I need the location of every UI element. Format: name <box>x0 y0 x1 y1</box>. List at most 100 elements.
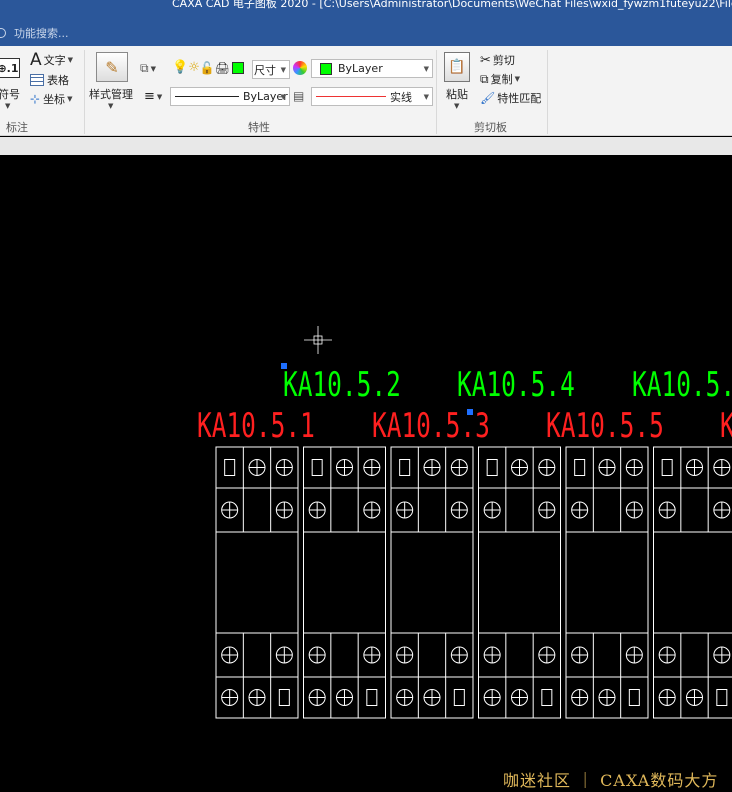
group-divider <box>547 50 548 134</box>
linetype-select[interactable]: 实线 ▼ <box>311 87 433 106</box>
style-manager-dropdown-icon[interactable]: ▼ <box>106 102 113 110</box>
paste-button[interactable]: 粘贴 <box>446 86 468 102</box>
crosshair-cursor <box>304 326 332 354</box>
match-properties-label: 特性匹配 <box>497 92 542 105</box>
style-manager-button[interactable]: 样式管理 <box>89 86 133 102</box>
terminal-square <box>278 689 290 706</box>
grip-point <box>281 363 287 369</box>
annotate-group-label: 标注 <box>6 121 28 134</box>
grip-point <box>467 409 473 415</box>
color-wheel-icon[interactable] <box>293 61 307 75</box>
terminal-square <box>574 459 586 476</box>
paste-label: 粘贴 <box>446 88 468 101</box>
line-sample <box>175 96 239 97</box>
terminal-square <box>224 459 236 476</box>
relay-label-top: KA10.5.2 <box>283 365 401 404</box>
relay-block <box>565 446 649 719</box>
symbol-label: 符号 <box>0 88 20 101</box>
chevron-down-icon: ▼ <box>280 65 286 74</box>
relay-label-top: KA10.5. <box>632 365 732 404</box>
symbol-button[interactable]: 符号 <box>0 86 20 102</box>
group-divider <box>84 50 85 134</box>
chevron-down-icon: ▼ <box>514 75 520 83</box>
symbol-dropdown-icon[interactable]: ▼ <box>3 102 10 110</box>
caxa-window: CAXA CAD 电子图板 2020 - [C:\Users\Administr… <box>0 0 732 792</box>
text-label: 文字 <box>43 54 66 67</box>
color-select[interactable]: ByLayer ▼ <box>311 59 433 78</box>
table-icon <box>30 74 44 86</box>
layer-state-icons[interactable]: 💡 ☼ 🔓 🖨 <box>172 60 245 75</box>
chevron-down-icon: ▼ <box>423 64 429 73</box>
function-search[interactable]: 功能搜索... <box>0 24 69 42</box>
terminal-square <box>541 689 553 706</box>
relay-block <box>478 446 561 719</box>
terminal-square <box>661 459 673 476</box>
linetype-tool-icon[interactable]: ▤ <box>293 89 304 103</box>
relay-label-bottom: KA10.5.5 <box>546 406 664 445</box>
terminal-square <box>716 689 728 706</box>
coordinate-icon: ⊹ <box>30 92 41 106</box>
lock-icon: 🔓 <box>199 60 215 75</box>
search-icon <box>0 28 6 38</box>
terminal-square <box>399 459 411 476</box>
terminal-square <box>628 689 640 706</box>
printer-icon: 🖨 <box>214 60 231 75</box>
layer-value: 尺寸 <box>254 63 276 77</box>
table-label: 表格 <box>47 74 69 87</box>
cut-button[interactable]: ✂ 剪切 <box>480 52 515 68</box>
relay-block <box>303 446 386 719</box>
table-button[interactable]: 表格 <box>30 72 69 88</box>
chevron-down-icon: ▼ <box>67 56 74 64</box>
text-icon: A <box>30 50 42 70</box>
cut-label: 剪切 <box>492 54 515 67</box>
group-divider <box>436 50 437 134</box>
style-manager-label: 样式管理 <box>89 88 133 101</box>
color-value: ByLayer <box>338 62 383 75</box>
coordinate-label: 坐标 <box>43 93 66 106</box>
sun-icon: ☼ <box>188 60 200 75</box>
drawing-canvas[interactable]: KA10.5.2 KA10.5.4 KA10.5. KA10.5.1 KA10.5.3 K… <box>0 155 732 792</box>
copy-button[interactable]: ⧉ 复制 ▼ <box>480 71 520 87</box>
linewidth-select[interactable]: ByLayer ▼ <box>170 87 290 106</box>
coordinate-button[interactable]: ⊹ 坐标 ▼ <box>30 91 72 107</box>
scissors-icon: ✂ <box>480 52 491 68</box>
paste-dropdown-icon[interactable]: ▼ <box>452 102 459 110</box>
relay-label-bottom: K <box>720 406 732 445</box>
terminal-square <box>311 459 323 476</box>
layer-select[interactable]: 尺寸 ▼ <box>252 60 290 79</box>
document-tab-strip <box>0 137 732 155</box>
color-swatch <box>320 62 332 75</box>
terminal-square <box>486 459 498 476</box>
title-bar: CAXA CAD 电子图板 2020 - [C:\Users\Administr… <box>0 0 732 46</box>
layer-color-swatch <box>232 61 245 74</box>
chevron-down-icon: ▼ <box>280 92 286 101</box>
copy-label: 复制 <box>490 73 513 86</box>
chevron-down-icon: ▼ <box>423 92 429 101</box>
relay-block <box>390 446 474 719</box>
text-button[interactable]: A 文字 ▼ <box>30 50 73 70</box>
lightbulb-icon: 💡 <box>172 60 189 75</box>
brush-icon: 🖌 <box>480 91 496 105</box>
cad-drawing: KA10.5.2 KA10.5.4 KA10.5.KA10.5.1 KA10.5.3 K… <box>197 326 732 719</box>
chevron-down-icon: ▼ <box>67 95 73 103</box>
paste-icon[interactable]: 📋 <box>444 52 470 82</box>
linewidth-tool-icon[interactable]: ≡ ▼ <box>144 89 162 104</box>
match-properties-button[interactable]: 🖌 特性匹配 <box>480 90 541 106</box>
properties-group-label: 特性 <box>248 121 270 134</box>
search-placeholder: 功能搜索... <box>14 27 69 40</box>
relay-block <box>653 446 732 719</box>
ribbon: ⊕.1 符号 ▼ A 文字 ▼ 表格 ⊹ 坐标 ▼ 标注 ✎ 样式管理 ▼ ⧉ ▼ 💡… <box>0 46 732 136</box>
layer-tool-icon[interactable]: ⧉ ▼ <box>140 61 156 76</box>
copy-icon: ⧉ <box>480 71 489 86</box>
relay-label-bottom: KA10.5.1 <box>197 406 315 445</box>
relay-block <box>215 446 299 719</box>
linetype-sample <box>316 96 386 97</box>
watermark: 咖迷社区 ｜ CAXA数码大方 <box>503 771 719 790</box>
symbol-icon[interactable]: ⊕.1 <box>0 58 20 78</box>
style-manager-icon[interactable]: ✎ <box>96 52 128 82</box>
terminal-square <box>366 689 378 706</box>
relay-label-top: KA10.5.4 <box>457 365 575 404</box>
linetype-value: 实线 <box>390 90 412 104</box>
clipboard-group-label: 剪切板 <box>474 121 507 134</box>
window-title: CAXA CAD 电子图板 2020 - [C:\Users\Administr… <box>172 0 732 10</box>
